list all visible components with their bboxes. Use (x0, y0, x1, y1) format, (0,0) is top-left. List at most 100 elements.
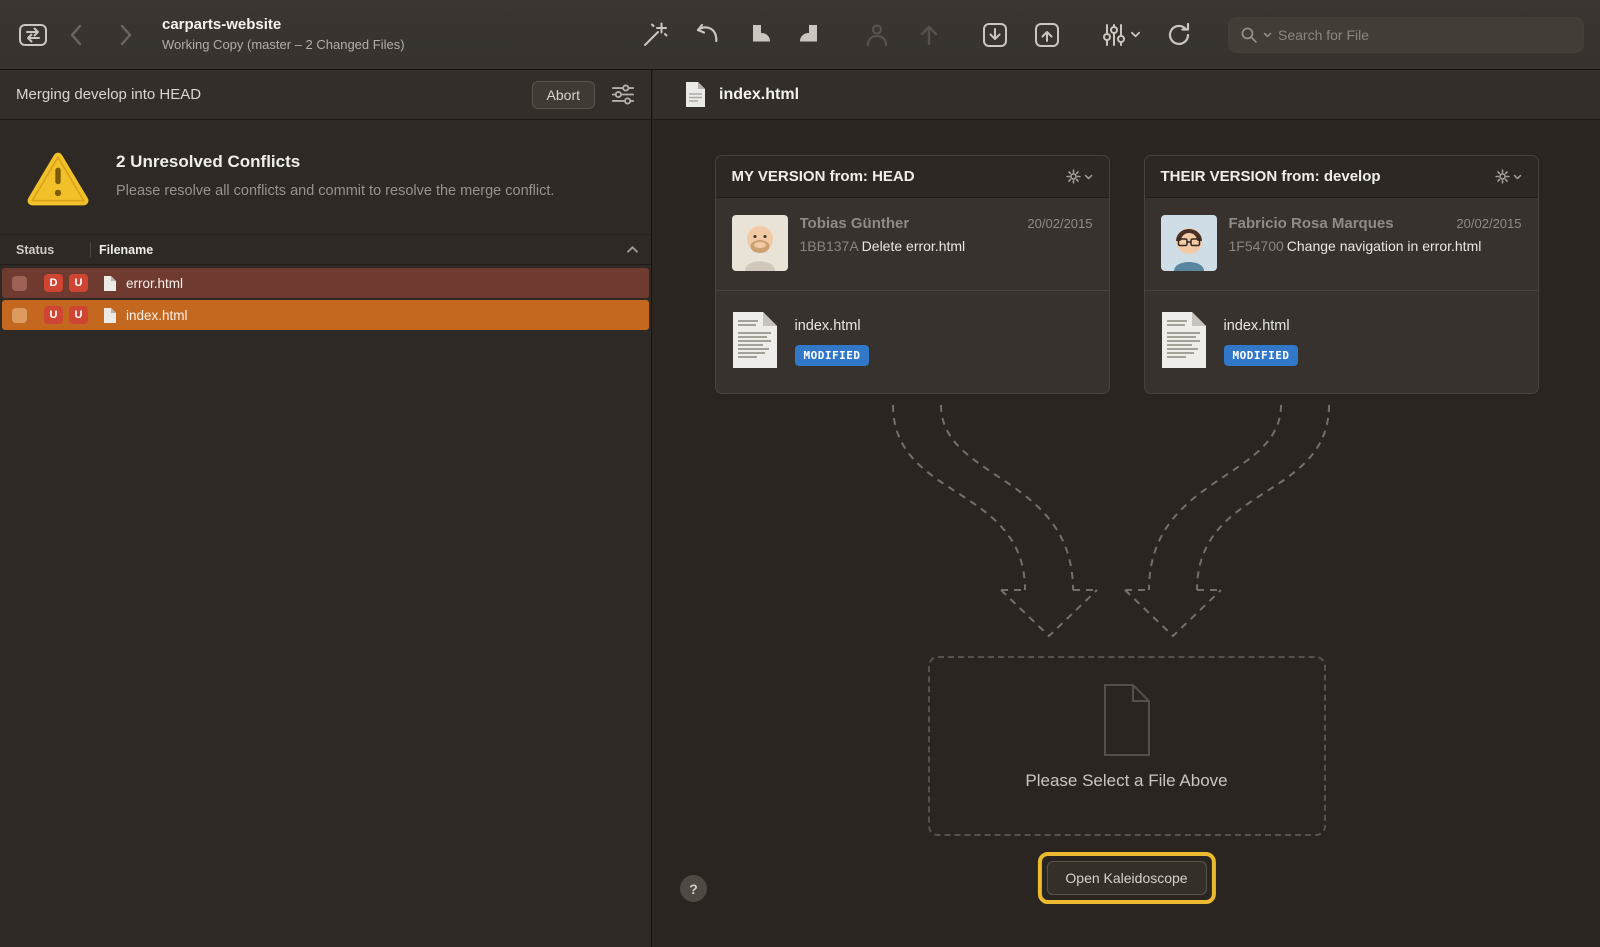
version-file-name: index.html (795, 318, 870, 334)
toolbar: carparts-website Working Copy (master – … (0, 0, 1600, 70)
stash-apply-icon (797, 21, 825, 49)
export-button[interactable] (1030, 18, 1064, 52)
my-version-header: MY VERSION from: HEAD (716, 156, 1109, 198)
commit-author: Fabricio Rosa Marques (1229, 215, 1394, 232)
file-icon (103, 275, 117, 292)
undo-button[interactable] (690, 18, 724, 52)
their-version-options-button[interactable] (1495, 169, 1522, 184)
push-button[interactable] (912, 18, 946, 52)
stash-icon (745, 21, 773, 49)
merge-result-dropzone[interactable]: Please Select a File Above (928, 656, 1326, 836)
repo-subtitle: Working Copy (master – 2 Changed Files) (162, 37, 405, 53)
merge-title: Merging develop into HEAD (16, 86, 532, 103)
their-version-card: THEIR VERSION from: develop (1144, 155, 1539, 394)
open-kaleidoscope-button[interactable]: Open Kaleidoscope (1046, 861, 1206, 895)
dropzone-label: Please Select a File Above (1025, 771, 1227, 791)
modified-badge: MODIFIED (1224, 345, 1299, 366)
undo-icon (693, 21, 721, 49)
chevron-down-icon (1084, 173, 1093, 181)
version-cards: MY VERSION from: HEAD (653, 155, 1600, 394)
back-chevron-icon (66, 22, 88, 48)
merge-options-button[interactable] (611, 84, 635, 105)
their-version-commit: Fabricio Rosa Marques 20/02/2015 1F54700… (1145, 198, 1538, 291)
my-version-card: MY VERSION from: HEAD (715, 155, 1110, 394)
conflict-banner: 2 Unresolved Conflicts Please resolve al… (0, 120, 651, 235)
search-field[interactable] (1228, 17, 1584, 53)
status-badge: U (69, 274, 88, 292)
push-arrow-icon (915, 21, 943, 49)
status-badges: U U (44, 306, 88, 324)
merge-panel: Merging develop into HEAD Abort 2 Unreso… (0, 70, 652, 947)
commit-hash: 1BB137A (800, 238, 859, 254)
commit-message: Change navigation in error.html (1287, 238, 1482, 254)
commit-message: Delete error.html (862, 238, 965, 254)
conflict-file-list: D U error.html U U index.html (0, 268, 651, 330)
status-badge: U (69, 306, 88, 324)
conflict-file-row[interactable]: U U index.html (2, 300, 649, 330)
avatar (732, 215, 788, 271)
my-version-commit: Tobias Günther 20/02/2015 1BB137ADelete … (716, 198, 1109, 291)
gear-icon (1066, 169, 1081, 184)
file-icon (685, 81, 706, 108)
magic-wand-button[interactable] (638, 18, 672, 52)
forward-chevron-icon (114, 22, 136, 48)
git-flow-icon (1100, 21, 1128, 49)
refresh-button[interactable] (1162, 18, 1196, 52)
stash-button[interactable] (742, 18, 776, 52)
their-version-title: THEIR VERSION from: develop (1161, 168, 1495, 185)
conflicts-title: 2 Unresolved Conflicts (116, 152, 554, 172)
commit-date: 20/02/2015 (1456, 216, 1521, 231)
status-badge: U (44, 306, 63, 324)
my-version-options-button[interactable] (1066, 169, 1093, 184)
commit-author: Tobias Günther (800, 215, 910, 232)
column-status[interactable]: Status (12, 243, 90, 257)
merge-panel-header: Merging develop into HEAD Abort (0, 70, 651, 120)
conflict-file-row[interactable]: D U error.html (2, 268, 649, 298)
modified-badge: MODIFIED (795, 345, 870, 366)
column-separator (90, 242, 91, 257)
commit-date: 20/02/2015 (1027, 216, 1092, 231)
search-scope-chevron-icon (1263, 31, 1272, 39)
history-nav (60, 18, 142, 52)
help-button[interactable]: ? (680, 875, 707, 902)
stage-checkbox[interactable] (12, 308, 27, 323)
file-icon (103, 307, 117, 324)
search-input[interactable] (1276, 26, 1573, 44)
avatar (1161, 215, 1217, 271)
window-title-block: carparts-website Working Copy (master – … (162, 16, 405, 53)
import-tray-icon (981, 21, 1009, 49)
column-filename[interactable]: Filename (99, 243, 626, 257)
detail-panel: index.html MY VERSION from: HEAD (653, 70, 1600, 947)
my-version-file[interactable]: index.html MODIFIED (716, 291, 1109, 393)
conflict-filename: error.html (126, 276, 183, 291)
stash-apply-button[interactable] (794, 18, 828, 52)
git-flow-button[interactable] (1096, 18, 1144, 52)
repo-name: carparts-website (162, 16, 405, 35)
sort-order-button[interactable] (626, 245, 639, 254)
kaleidoscope-highlight: Open Kaleidoscope (1037, 852, 1215, 904)
app-window: carparts-website Working Copy (master – … (0, 0, 1600, 947)
gear-icon (1495, 169, 1510, 184)
toolbar-actions (638, 17, 1584, 53)
file-thumbnail-icon (732, 311, 778, 369)
repositories-icon (18, 22, 48, 48)
stage-checkbox[interactable] (12, 276, 27, 291)
file-thumbnail-icon (1161, 311, 1207, 369)
back-button[interactable] (60, 18, 94, 52)
my-version-title: MY VERSION from: HEAD (732, 168, 1066, 185)
forward-button[interactable] (108, 18, 142, 52)
conflicts-message: Please resolve all conflicts and commit … (116, 181, 554, 202)
chevron-up-icon (626, 245, 639, 254)
filter-sliders-icon (611, 84, 635, 105)
their-version-file[interactable]: index.html MODIFIED (1145, 291, 1538, 393)
person-button[interactable] (860, 18, 894, 52)
person-icon (863, 21, 891, 49)
abort-button[interactable]: Abort (532, 81, 595, 109)
ghost-file-icon (1104, 684, 1150, 756)
conflict-filename: index.html (126, 308, 188, 323)
search-icon (1239, 25, 1259, 45)
chevron-down-icon (1130, 30, 1141, 39)
import-button[interactable] (978, 18, 1012, 52)
repositories-button[interactable] (16, 18, 50, 52)
status-badge: D (44, 274, 63, 292)
